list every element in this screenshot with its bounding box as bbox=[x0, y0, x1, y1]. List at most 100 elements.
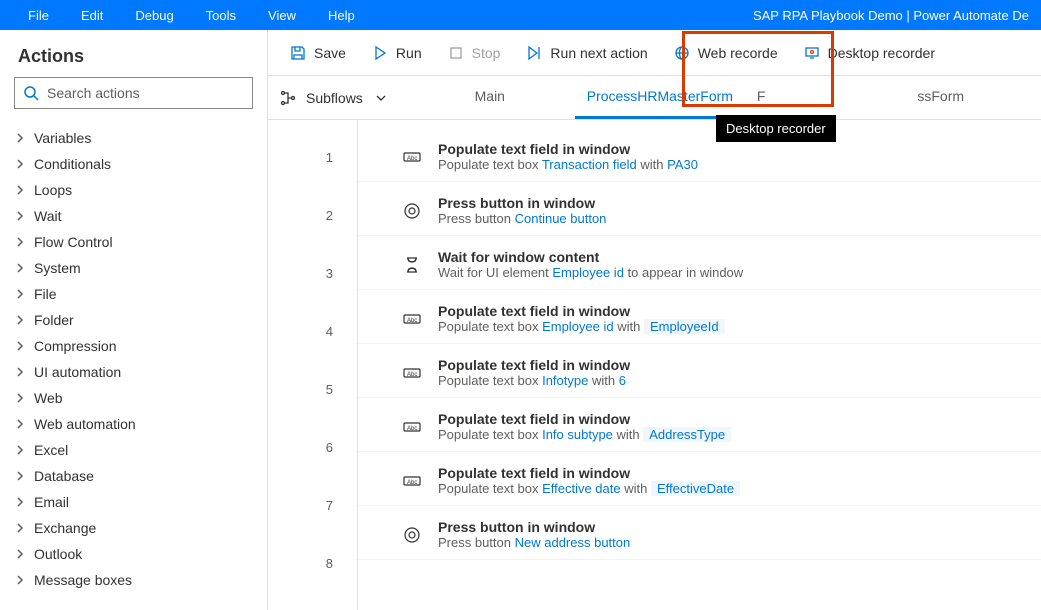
flow-step[interactable]: Press button in windowPress button Conti… bbox=[358, 186, 1041, 236]
chevron-right-icon bbox=[14, 522, 26, 534]
category-system[interactable]: System bbox=[0, 255, 267, 281]
app-title: SAP RPA Playbook Demo | Power Automate D… bbox=[753, 8, 1029, 23]
tab-row: Subflows MainProcessHRMasterFormFssForm bbox=[268, 76, 1041, 120]
tab-f[interactable]: F bbox=[745, 76, 778, 119]
wait-icon bbox=[400, 253, 424, 277]
step-title: Press button in window bbox=[438, 195, 1021, 211]
menu-view[interactable]: View bbox=[252, 0, 312, 30]
stop-icon bbox=[448, 45, 464, 61]
step-description: Populate text box Effective date with Ef… bbox=[438, 481, 1021, 496]
toolbar: Save Run Stop Run next action Web record… bbox=[268, 30, 1041, 76]
chevron-right-icon bbox=[14, 392, 26, 404]
step-icon bbox=[526, 45, 542, 61]
category-folder[interactable]: Folder bbox=[0, 307, 267, 333]
textfield-icon: Abc bbox=[400, 145, 424, 169]
category-email[interactable]: Email bbox=[0, 489, 267, 515]
chevron-right-icon bbox=[14, 496, 26, 508]
flow-step[interactable]: AbcPopulate text field in windowPopulate… bbox=[358, 348, 1041, 398]
category-message-boxes[interactable]: Message boxes bbox=[0, 567, 267, 593]
search-actions-box[interactable] bbox=[14, 77, 253, 109]
textfield-icon: Abc bbox=[400, 469, 424, 493]
flow-step[interactable]: Abc Populate text field in windowPopulate… bbox=[358, 132, 1041, 182]
tab-processhrmasterform[interactable]: ProcessHRMasterForm bbox=[575, 76, 745, 119]
svg-text:Abc: Abc bbox=[407, 426, 417, 432]
main-area: Save Run Stop Run next action Web record… bbox=[268, 30, 1041, 610]
tab-main[interactable]: Main bbox=[405, 76, 575, 119]
line-numbers: 12345678 bbox=[268, 120, 358, 610]
svg-text:Abc: Abc bbox=[407, 156, 417, 162]
web-recorder-button[interactable]: Web recorde bbox=[662, 37, 790, 69]
category-compression[interactable]: Compression bbox=[0, 333, 267, 359]
step-description: Press button New address button bbox=[438, 535, 1021, 550]
menu-debug[interactable]: Debug bbox=[119, 0, 189, 30]
chevron-down-icon bbox=[373, 90, 389, 106]
step-description: Populate text box Employee id with Emplo… bbox=[438, 319, 1021, 334]
chevron-right-icon bbox=[14, 132, 26, 144]
step-description: Populate text box Transaction field with… bbox=[438, 157, 1021, 172]
svg-text:Abc: Abc bbox=[407, 372, 417, 378]
step-title: Populate text field in window bbox=[438, 357, 1021, 373]
category-wait[interactable]: Wait bbox=[0, 203, 267, 229]
line-number: 2 bbox=[268, 186, 357, 244]
subflows-dropdown[interactable]: Subflows bbox=[268, 76, 405, 119]
chevron-right-icon bbox=[14, 418, 26, 430]
textfield-icon: Abc bbox=[400, 415, 424, 439]
play-icon bbox=[372, 45, 388, 61]
step-title: Populate text field in window bbox=[438, 303, 1021, 319]
category-ui-automation[interactable]: UI automation bbox=[0, 359, 267, 385]
category-outlook[interactable]: Outlook bbox=[0, 541, 267, 567]
chevron-right-icon bbox=[14, 184, 26, 196]
chevron-right-icon bbox=[14, 210, 26, 222]
category-flow-control[interactable]: Flow Control bbox=[0, 229, 267, 255]
menu-help[interactable]: Help bbox=[312, 0, 371, 30]
step-title: Wait for window content bbox=[438, 249, 1021, 265]
step-description: Press button Continue button bbox=[438, 211, 1021, 226]
category-web-automation[interactable]: Web automation bbox=[0, 411, 267, 437]
desktop-recorder-button[interactable]: Desktop recorder bbox=[792, 37, 947, 69]
category-excel[interactable]: Excel bbox=[0, 437, 267, 463]
menu-edit[interactable]: Edit bbox=[65, 0, 119, 30]
category-database[interactable]: Database bbox=[0, 463, 267, 489]
flow-step[interactable]: AbcPopulate text field in windowPopulate… bbox=[358, 402, 1041, 452]
menubar: FileEditDebugToolsViewHelp SAP RPA Playb… bbox=[0, 0, 1041, 30]
category-web[interactable]: Web bbox=[0, 385, 267, 411]
line-number: 8 bbox=[268, 534, 357, 592]
chevron-right-icon bbox=[14, 340, 26, 352]
flow-step[interactable]: Abc Populate text field in windowPopulate… bbox=[358, 294, 1041, 344]
category-loops[interactable]: Loops bbox=[0, 177, 267, 203]
chevron-right-icon bbox=[14, 366, 26, 378]
run-button[interactable]: Run bbox=[360, 37, 434, 69]
flow-step[interactable]: Press button in windowPress button New a… bbox=[358, 510, 1041, 560]
step-title: Populate text field in window bbox=[438, 465, 1021, 481]
tab-suffix[interactable]: ssForm bbox=[905, 76, 976, 119]
line-number: 6 bbox=[268, 418, 357, 476]
step-description: Wait for UI element Employee id to appea… bbox=[438, 265, 1021, 280]
category-conditionals[interactable]: Conditionals bbox=[0, 151, 267, 177]
save-button[interactable]: Save bbox=[278, 37, 358, 69]
step-title: Populate text field in window bbox=[438, 411, 1021, 427]
chevron-right-icon bbox=[14, 262, 26, 274]
menu-file[interactable]: File bbox=[12, 0, 65, 30]
line-number: 7 bbox=[268, 476, 357, 534]
stop-button[interactable]: Stop bbox=[436, 37, 513, 69]
actions-pane: Actions VariablesConditionalsLoopsWaitFl… bbox=[0, 30, 268, 610]
chevron-right-icon bbox=[14, 288, 26, 300]
chevron-right-icon bbox=[14, 444, 26, 456]
chevron-right-icon bbox=[14, 548, 26, 560]
step-title: Press button in window bbox=[438, 519, 1021, 535]
flow-step[interactable]: Abc Populate text field in windowPopulate… bbox=[358, 456, 1041, 506]
flow-step[interactable]: Wait for window contentWait for UI eleme… bbox=[358, 240, 1041, 290]
actions-title: Actions bbox=[0, 30, 267, 77]
search-actions-input[interactable] bbox=[39, 84, 244, 102]
category-file[interactable]: File bbox=[0, 281, 267, 307]
chevron-right-icon bbox=[14, 236, 26, 248]
monitor-icon bbox=[804, 45, 820, 61]
chevron-right-icon bbox=[14, 314, 26, 326]
svg-text:Abc: Abc bbox=[407, 318, 417, 324]
run-next-action-button[interactable]: Run next action bbox=[514, 37, 659, 69]
category-exchange[interactable]: Exchange bbox=[0, 515, 267, 541]
steps-list: AbcPopulate text field in windowPopulate… bbox=[358, 120, 1041, 610]
menu-tools[interactable]: Tools bbox=[190, 0, 252, 30]
category-variables[interactable]: Variables bbox=[0, 125, 267, 151]
step-title: Populate text field in window bbox=[438, 141, 1021, 157]
